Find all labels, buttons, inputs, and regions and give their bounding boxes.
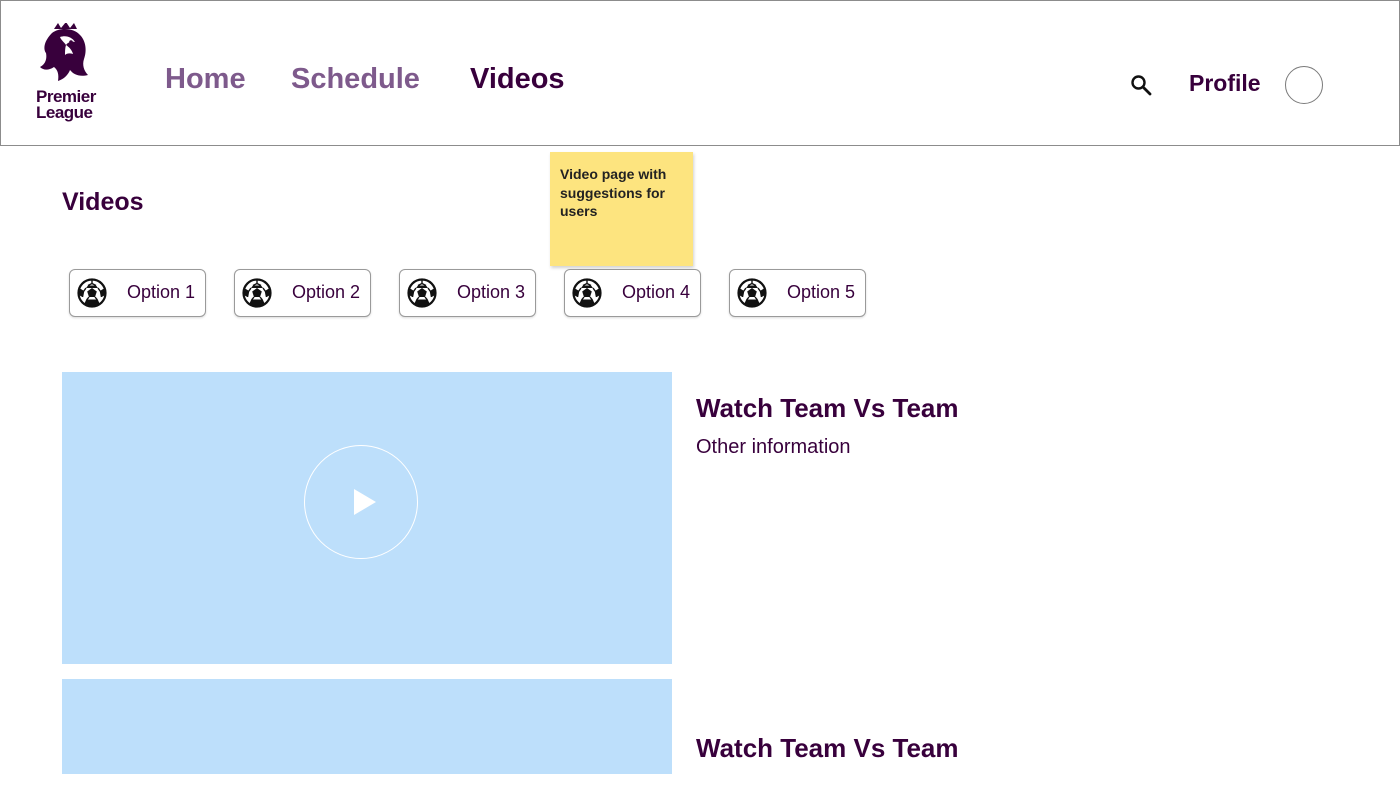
- premier-league-logo[interactable]: Premier League: [31, 23, 103, 127]
- filter-chip-option-3[interactable]: Option 3: [399, 269, 536, 317]
- video-info-text: Other information: [696, 436, 851, 458]
- search-icon[interactable]: [1129, 73, 1153, 97]
- filter-chip-option-5[interactable]: Option 5: [729, 269, 866, 317]
- filter-chip-label: Option 1: [127, 282, 196, 302]
- filter-chip-label: Option 3: [457, 282, 526, 302]
- soccer-ball-icon: [242, 278, 272, 308]
- soccer-ball-icon: [77, 278, 107, 308]
- soccer-ball-icon: [572, 278, 602, 308]
- video-title[interactable]: Watch Team Vs Team: [696, 393, 959, 424]
- profile-link[interactable]: Profile: [1189, 70, 1261, 97]
- video-title[interactable]: Watch Team Vs Team: [696, 733, 959, 764]
- soccer-ball-icon: [737, 278, 767, 308]
- top-navigation-bar: Premier League Home Schedule Videos Prof…: [0, 0, 1400, 146]
- filter-chip-option-4[interactable]: Option 4: [564, 269, 701, 317]
- play-button[interactable]: [304, 445, 418, 559]
- logo-wordmark: Premier League: [36, 87, 96, 122]
- avatar[interactable]: [1285, 66, 1323, 104]
- nav-schedule-link[interactable]: Schedule: [291, 63, 420, 96]
- play-icon: [354, 489, 376, 515]
- sticky-note-text: Video page with suggestions for users: [560, 166, 667, 219]
- soccer-ball-icon: [407, 278, 437, 308]
- page-title: Videos: [62, 188, 144, 216]
- filter-chip-option-2[interactable]: Option 2: [234, 269, 371, 317]
- video-thumbnail[interactable]: [62, 679, 672, 774]
- filter-chip-label: Option 2: [292, 282, 361, 302]
- filter-chip-option-1[interactable]: Option 1: [69, 269, 206, 317]
- sticky-note-annotation: Video page with suggestions for users: [550, 152, 693, 266]
- filter-chip-label: Option 5: [787, 282, 856, 302]
- video-thumbnail[interactable]: [62, 372, 672, 664]
- nav-videos-link[interactable]: Videos: [470, 63, 565, 96]
- lion-crest-icon: [40, 23, 88, 81]
- filter-chip-label: Option 4: [622, 282, 691, 302]
- nav-home-link[interactable]: Home: [165, 63, 246, 96]
